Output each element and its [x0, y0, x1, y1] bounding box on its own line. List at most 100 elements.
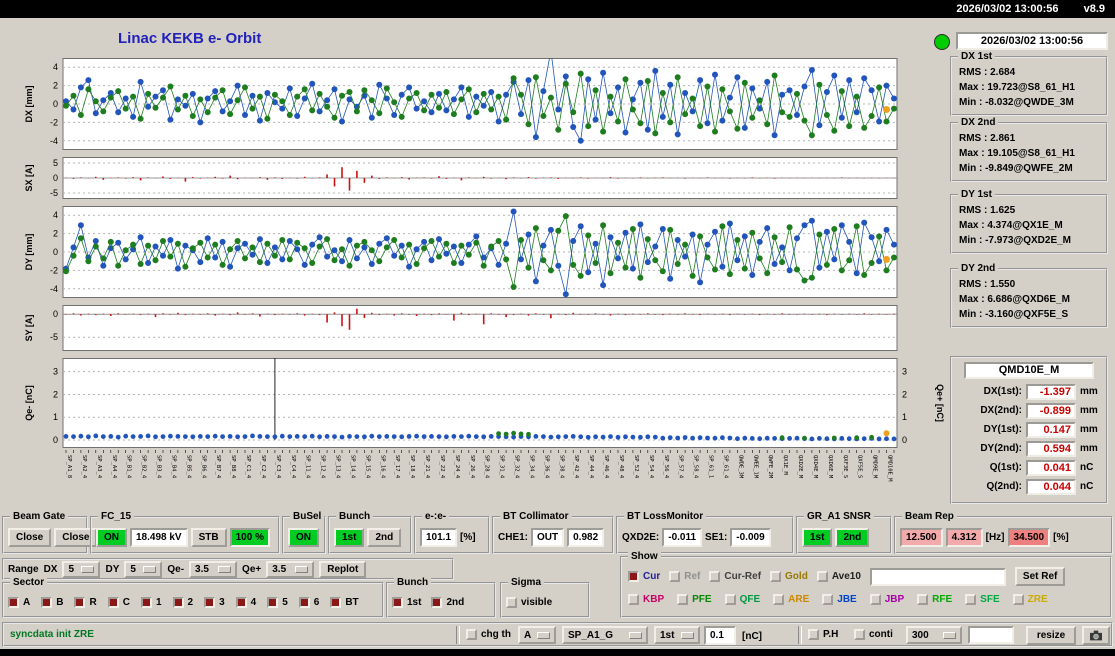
ref-name-input[interactable] [869, 567, 1006, 586]
checkbox-indicator[interactable] [466, 629, 477, 640]
checkbox-indicator[interactable] [298, 597, 310, 608]
checkbox-2nd[interactable]: 2nd [431, 597, 464, 608]
fc15-on-button[interactable]: ON [96, 528, 127, 547]
fc15-stb-button[interactable]: STB [190, 528, 227, 547]
group-show: Show Cur Ref Cur-Ref Gold Ave10 Set Ref KBP P… [620, 551, 1112, 618]
group-title: BT Collimator [500, 511, 572, 522]
checkbox-sfe[interactable]: SFE [965, 594, 1000, 605]
checkbox-indicator[interactable] [235, 597, 247, 608]
checkbox-zre[interactable]: ZRE [1012, 594, 1048, 605]
checkbox-gold[interactable]: Gold [770, 571, 808, 582]
chart-dx-orbit: 4 2 0 -2 -4 DX [mm] [18, 58, 978, 150]
checkbox-indicator[interactable] [8, 597, 19, 608]
bunch-2nd-button[interactable]: 2nd [367, 528, 402, 547]
set-ref-button[interactable]: Set Ref [1014, 567, 1066, 586]
checkbox-indicator[interactable] [204, 597, 216, 608]
sector-select[interactable]: A [518, 626, 556, 644]
range-dx-select[interactable]: 5 [62, 560, 101, 578]
sigma-toggle-list: visible [506, 597, 552, 608]
svg-text:SP_B2_4: SP_B2_4 [141, 455, 147, 479]
checkbox-r[interactable]: R [74, 597, 97, 608]
svg-text:SP_B7_4: SP_B7_4 [215, 455, 221, 479]
snsr-1st-button[interactable]: 1st [802, 528, 833, 547]
checkbox-3[interactable]: 3 [204, 597, 225, 608]
checkbox-indicator[interactable] [816, 571, 828, 582]
checkbox-indicator[interactable] [74, 597, 86, 608]
beam-gate-close-button-1[interactable]: Close [8, 528, 52, 547]
checkbox-cur-ref[interactable]: Cur-Ref [709, 571, 761, 582]
checkbox-qfe[interactable]: QFE [724, 594, 760, 605]
checkbox-indicator[interactable] [392, 597, 403, 608]
bunch-select[interactable]: 1st [654, 626, 700, 644]
checkbox-indicator[interactable] [431, 597, 443, 608]
checkbox-indicator[interactable] [628, 594, 639, 605]
busel-on-button[interactable]: ON [288, 528, 319, 547]
bunch-1st-button[interactable]: 1st [334, 528, 365, 547]
timestamp-box: 2026/03/02 13:00:56 [956, 32, 1108, 50]
checkbox-ref[interactable]: Ref [669, 571, 700, 582]
checkbox-indicator[interactable] [965, 594, 977, 605]
snapshot-button[interactable] [1082, 626, 1110, 645]
conti-checkbox[interactable]: conti [854, 629, 893, 640]
qmd-value: 0.041 [1026, 459, 1076, 476]
checkbox-4[interactable]: 4 [235, 597, 256, 608]
checkbox-visible[interactable]: visible [506, 597, 552, 608]
checkbox-indicator[interactable] [140, 597, 152, 608]
checkbox-bt[interactable]: BT [330, 597, 359, 608]
checkbox-5[interactable]: 5 [267, 597, 288, 608]
checkbox-indicator[interactable] [628, 571, 639, 582]
checkbox-c[interactable]: C [107, 597, 130, 608]
checkbox-indicator[interactable] [724, 594, 736, 605]
checkbox-2[interactable]: 2 [172, 597, 193, 608]
checkbox-b[interactable]: B [41, 597, 63, 608]
dropdown-indicator-icon [295, 565, 309, 573]
checkbox-pfe[interactable]: PFE [677, 594, 712, 605]
checkbox-indicator[interactable] [669, 571, 681, 582]
checkbox-indicator[interactable] [854, 629, 865, 640]
checkbox-indicator[interactable] [773, 594, 785, 605]
resize-button[interactable]: resize [1026, 626, 1076, 645]
checkbox-ave10[interactable]: Ave10 [816, 571, 861, 582]
checkbox-indicator[interactable] [267, 597, 279, 608]
checkbox-jbe[interactable]: JBE [822, 594, 857, 605]
threshold-value[interactable]: 0.1 [704, 626, 736, 645]
checkbox-indicator[interactable] [917, 594, 929, 605]
group-fc15: FC_15 ON 18.498 kV STB 100 % [90, 511, 280, 554]
checkbox-indicator[interactable] [107, 597, 119, 608]
checkbox-kbp[interactable]: KBP [628, 594, 664, 605]
aux-input[interactable] [968, 626, 1014, 644]
checkbox-are[interactable]: ARE [773, 594, 809, 605]
checkbox-indicator[interactable] [330, 597, 342, 608]
checkbox-indicator[interactable] [709, 571, 721, 582]
checkbox-jbp[interactable]: JBP [869, 594, 904, 605]
checkbox-indicator[interactable] [172, 597, 184, 608]
checkbox-a[interactable]: A [8, 597, 30, 608]
checkbox-indicator[interactable] [869, 594, 881, 605]
checkbox-indicator[interactable] [677, 594, 689, 605]
checkbox-indicator[interactable] [770, 571, 782, 582]
monitor-select[interactable]: SP_A1_G [562, 626, 648, 644]
checkbox-1st[interactable]: 1st [392, 597, 421, 608]
points-count-select[interactable]: 300 [906, 626, 962, 644]
svg-text:SP_15_4: SP_15_4 [364, 455, 370, 479]
svg-text:SP_38_4: SP_38_4 [558, 455, 564, 479]
range-qep-select[interactable]: 3.5 [266, 560, 315, 578]
checkbox-indicator[interactable] [41, 597, 53, 608]
checkbox-indicator[interactable] [822, 594, 834, 605]
main-panel: Linac KEKB e- Orbit 4 2 0 -2 -4 DX [mm] 5 0 -5 S… [0, 18, 1115, 649]
show-row-1: Cur Ref Cur-Ref Gold Ave10 Set Ref [628, 565, 1104, 588]
ph-checkbox[interactable]: P.H [808, 629, 838, 640]
range-qem-select[interactable]: 3.5 [189, 560, 238, 578]
checkbox-1[interactable]: 1 [140, 597, 162, 608]
chg-th-checkbox[interactable]: chg th [466, 629, 511, 640]
replot-button[interactable]: Replot [319, 560, 367, 578]
snsr-2nd-button[interactable]: 2nd [835, 528, 870, 547]
checkbox-label: 6 [313, 597, 320, 608]
checkbox-rfe[interactable]: RFE [917, 594, 952, 605]
range-dy-select[interactable]: 5 [124, 560, 163, 578]
checkbox-indicator[interactable] [1012, 594, 1024, 605]
checkbox-cur[interactable]: Cur [628, 571, 660, 582]
checkbox-indicator[interactable] [506, 597, 517, 608]
checkbox-indicator[interactable] [808, 629, 819, 640]
checkbox-6[interactable]: 6 [298, 597, 320, 608]
